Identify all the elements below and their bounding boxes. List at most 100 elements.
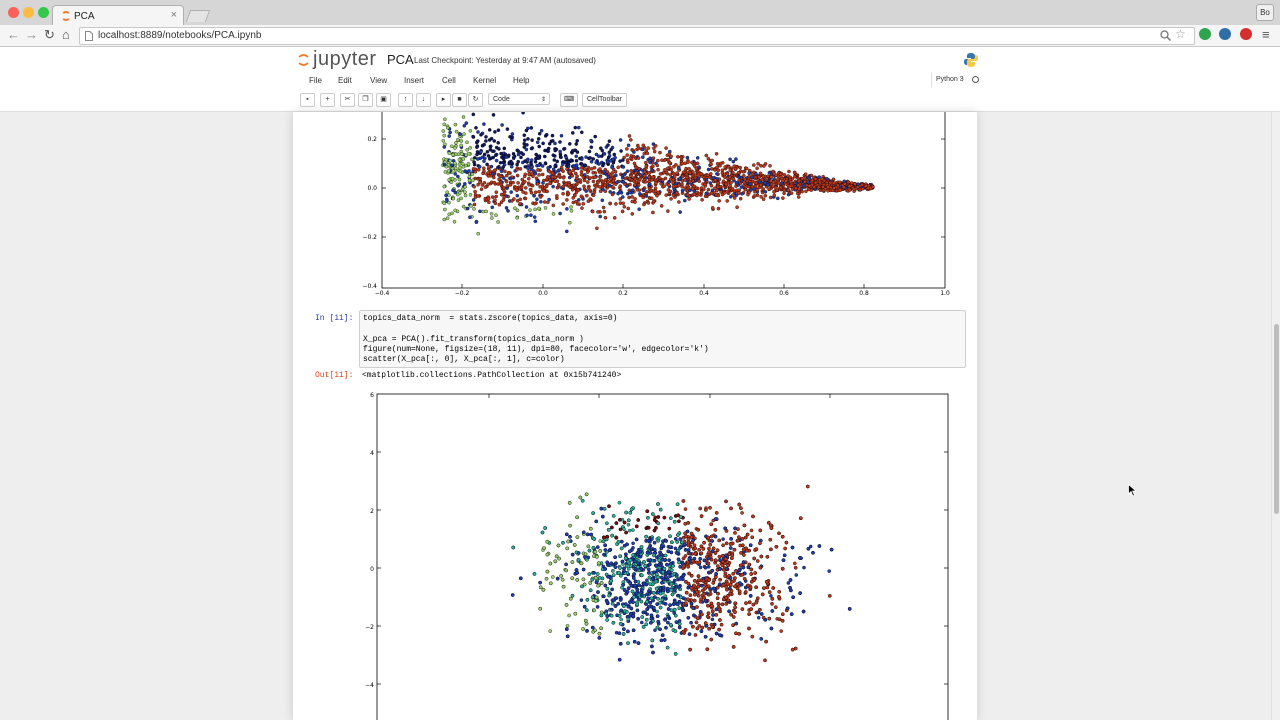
scatter-point — [575, 174, 579, 178]
forward-icon[interactable]: → — [25, 27, 38, 43]
scatter-point — [453, 122, 458, 127]
scatter-point — [693, 579, 697, 583]
scatter-point — [460, 162, 465, 166]
browser-menu-icon[interactable]: ≡ — [1262, 27, 1270, 43]
scatter-point — [551, 139, 555, 143]
scatter-point — [494, 145, 499, 150]
minimize-window-button[interactable] — [23, 7, 34, 18]
celltoolbar-button[interactable]: CellToolbar — [582, 93, 628, 107]
scatter-point — [719, 622, 724, 627]
scatter-point — [714, 613, 719, 617]
scatter-point — [465, 140, 469, 145]
code-line: X_pca = PCA().fit_transform(topics_data_… — [363, 335, 584, 344]
scatter-point — [627, 190, 632, 195]
scatter-point — [664, 626, 668, 630]
scatter-point — [607, 139, 612, 143]
scatter-point — [689, 531, 694, 536]
scatter-point — [567, 613, 571, 618]
scatter-point — [518, 167, 523, 171]
scatter-point — [591, 193, 596, 198]
scatter-point — [784, 540, 789, 545]
copy-icon[interactable]: ❐ — [358, 93, 373, 107]
scatter-point — [675, 502, 680, 506]
scatter-point — [644, 622, 648, 627]
home-icon[interactable]: ⌂ — [62, 27, 70, 43]
cut-icon[interactable]: ✂ — [340, 93, 355, 107]
scatter-point — [721, 179, 726, 183]
notebook-name[interactable]: PCA — [387, 52, 414, 67]
kernel-indicator[interactable]: Python 3 — [931, 73, 983, 87]
scatter-point — [509, 164, 514, 169]
jupyter-logo-text[interactable]: jupyter — [313, 48, 377, 71]
paste-icon[interactable]: ▣ — [376, 93, 391, 107]
scatter-point — [557, 182, 561, 187]
scatter-point — [662, 515, 667, 520]
scatter-point — [578, 178, 583, 182]
reload-icon[interactable]: ↻ — [44, 27, 55, 43]
scatter-point — [713, 178, 718, 183]
scatter-point — [463, 185, 467, 189]
profile-button[interactable]: Bo — [1256, 4, 1274, 21]
tab-close-icon[interactable]: × — [171, 9, 177, 21]
save-icon[interactable]: ▪ — [300, 93, 315, 107]
scatter-point — [467, 174, 472, 179]
scatter-point — [771, 169, 775, 174]
scatter-point — [581, 577, 586, 582]
scatter-point — [549, 581, 553, 586]
scatter-point — [494, 194, 498, 199]
cell-type-select[interactable]: Code ⇕ — [488, 93, 550, 105]
adblock-icon[interactable] — [1240, 28, 1252, 40]
scatter-point — [718, 633, 722, 637]
code-cell-editor[interactable]: topics_data_norm = stats.zscore(topics_d… — [359, 310, 966, 368]
menu-insert[interactable]: Insert — [404, 76, 424, 85]
scatter-point — [724, 541, 729, 546]
menu-view[interactable]: View — [370, 76, 387, 85]
address-bar[interactable]: localhost:8889/notebooks/PCA.ipynb ☆ — [79, 27, 1195, 45]
new-tab-button[interactable] — [185, 10, 211, 22]
scatter-point — [591, 157, 595, 161]
scatter-point — [653, 628, 657, 632]
menu-edit[interactable]: Edit — [338, 76, 352, 85]
menu-help[interactable]: Help — [513, 76, 529, 85]
back-icon[interactable]: ← — [7, 27, 20, 43]
add-cell-icon[interactable]: + — [320, 93, 335, 107]
scatter-point — [621, 158, 625, 162]
scatter-point — [650, 168, 655, 173]
scatter-point — [450, 177, 455, 181]
scatter-point — [515, 162, 519, 167]
run-next-icon[interactable]: ▸ — [436, 93, 451, 107]
scatter-point — [590, 209, 595, 214]
scatter-point — [533, 160, 538, 164]
scatter-point — [596, 180, 600, 185]
browser-tab[interactable]: PCA × — [52, 5, 184, 27]
scatter-point — [678, 177, 682, 181]
maximize-window-button[interactable] — [38, 7, 49, 18]
menu-file[interactable]: File — [309, 76, 322, 85]
menu-cell[interactable]: Cell — [442, 76, 456, 85]
scatter-point — [646, 516, 650, 520]
scatter-point — [606, 143, 610, 147]
stop-icon[interactable]: ■ — [452, 93, 467, 107]
extension-power-icon[interactable] — [1199, 28, 1211, 40]
scatter-point — [644, 164, 649, 168]
search-icon[interactable] — [1160, 30, 1171, 41]
close-window-button[interactable] — [8, 7, 19, 18]
move-down-icon[interactable]: ↓ — [416, 93, 431, 107]
bookmark-star-icon[interactable]: ☆ — [1175, 27, 1186, 41]
restart-icon[interactable]: ↻ — [468, 93, 483, 107]
extension-eye-icon[interactable] — [1219, 28, 1231, 40]
scatter-point — [607, 504, 611, 508]
scatter-point — [568, 142, 572, 146]
menu-kernel[interactable]: Kernel — [473, 76, 496, 85]
move-up-icon[interactable]: ↑ — [398, 93, 413, 107]
scatter-point — [505, 127, 510, 131]
scatter-point — [508, 177, 513, 181]
scatter-point — [681, 556, 686, 561]
scatter-point — [579, 172, 584, 177]
jupyter-header: jupyter PCA Last Checkpoint: Yesterday a… — [0, 47, 1280, 112]
scatter-point — [601, 187, 605, 192]
scatter-point — [521, 112, 525, 115]
scatter-point — [613, 555, 617, 559]
scatter-point — [663, 553, 668, 558]
keyboard-icon[interactable]: ⌨ — [560, 93, 578, 107]
